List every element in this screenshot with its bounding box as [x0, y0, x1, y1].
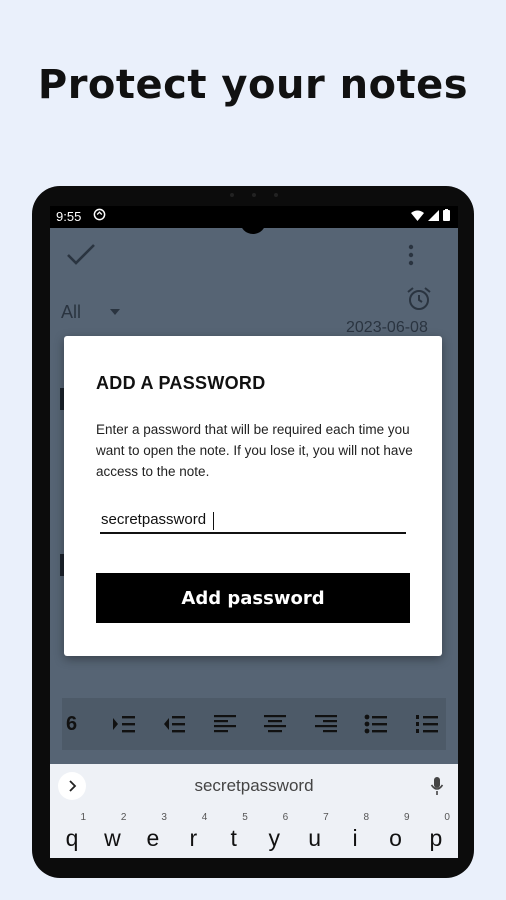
keyboard-row-top: 1q 2w 3e 4r 5t 6y 7u 8i 9o 0p — [52, 812, 456, 858]
wifi-icon — [411, 210, 424, 221]
add-password-button[interactable]: Add password — [96, 573, 410, 623]
dialog-title: ADD A PASSWORD — [96, 373, 266, 393]
front-camera — [240, 208, 266, 234]
key[interactable]: 9o — [376, 812, 416, 856]
align-left-icon[interactable] — [212, 713, 238, 735]
status-time: 9:55 — [56, 209, 82, 224]
dialog-message: Enter a password that will be required e… — [96, 422, 413, 479]
check-icon[interactable] — [66, 242, 96, 266]
bullet-list-icon[interactable] — [363, 713, 389, 735]
key[interactable]: 5t — [214, 812, 254, 856]
filter-dropdown[interactable]: All — [61, 302, 81, 323]
key[interactable]: 0p — [416, 812, 456, 856]
battery-icon — [443, 209, 450, 221]
keyboard-expand-button[interactable] — [58, 772, 86, 800]
align-right-icon[interactable] — [313, 713, 339, 735]
key[interactable]: 1q — [52, 812, 92, 856]
key[interactable]: 3e — [133, 812, 173, 856]
numbered-list-icon[interactable] — [414, 713, 440, 735]
key[interactable]: 8i — [335, 812, 375, 856]
headline: Protect your notes — [37, 62, 469, 108]
key[interactable]: 4r — [173, 812, 213, 856]
format-counter: 6 — [66, 712, 78, 735]
soft-keyboard: secretpassword 1q 2w 3e 4r 5t 6y 7u 8i 9… — [50, 764, 458, 858]
indent-icon[interactable] — [111, 713, 137, 735]
key[interactable]: 7u — [295, 812, 335, 856]
sync-icon — [93, 208, 106, 221]
add-password-dialog: ADD A PASSWORD Enter a password that wil… — [64, 336, 442, 656]
format-toolbar: 6 — [62, 698, 446, 750]
signal-icon — [428, 209, 439, 221]
note-date: 2023-06-08 — [346, 319, 428, 336]
sensor-dot — [230, 193, 234, 197]
password-input[interactable] — [100, 508, 406, 534]
chevron-right-icon — [69, 780, 77, 792]
more-vert-icon[interactable] — [406, 244, 416, 266]
mic-icon[interactable] — [430, 776, 444, 796]
text-caret — [213, 512, 214, 530]
sensor-dot — [274, 193, 278, 197]
key[interactable]: 2w — [92, 812, 132, 856]
keyboard-suggestion[interactable]: secretpassword — [50, 776, 458, 796]
dropdown-arrow-icon[interactable] — [110, 309, 120, 315]
outdent-icon[interactable] — [161, 713, 187, 735]
key[interactable]: 6y — [254, 812, 294, 856]
sensor-dot — [252, 193, 256, 197]
align-center-icon[interactable] — [262, 713, 288, 735]
alarm-icon[interactable] — [406, 286, 432, 312]
